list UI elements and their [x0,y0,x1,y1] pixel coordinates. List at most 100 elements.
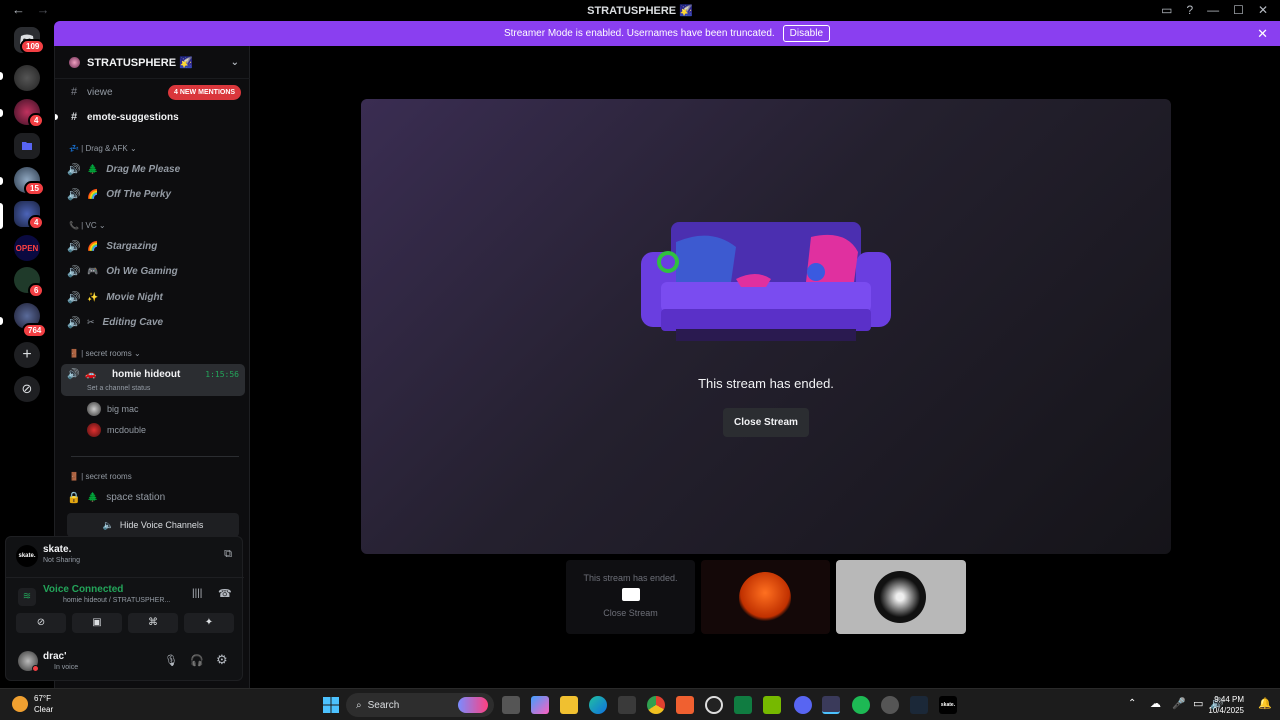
voice-channel[interactable]: 🔊 🎮 Oh We Gaming [61,260,245,282]
hide-voice-channels-button[interactable]: 🔈 Hide Voice Channels [67,513,239,537]
gear-icon[interactable]: ⚙ [216,652,228,668]
category-drag-afk[interactable]: 💤 | Drag & AFK ⌄ [69,144,137,153]
soundboard-button[interactable]: ✦ [184,613,234,633]
discord-taskbar-icon[interactable] [794,696,812,714]
headphones-icon[interactable]: 🎧 [190,654,204,667]
chrome-icon[interactable] [647,696,665,714]
start-button[interactable] [322,696,340,714]
chevron-down-icon[interactable]: ⌄ [231,57,239,68]
category-secret-rooms[interactable]: 🚪 | secret rooms [69,472,132,481]
stream-thumbnail[interactable]: This stream has ended. Close Stream [566,560,695,634]
system-clock[interactable]: 9:44 PM 10/4/2025 [1208,694,1244,716]
voice-user[interactable]: mcdouble [87,421,146,439]
window-title: STRATUSPHERE 🌠 [587,5,693,17]
mic-tray-icon[interactable]: 🎤 [1172,697,1186,710]
voice-channel-locked[interactable]: 🔒 🌲 space station [61,486,245,508]
help-icon[interactable]: ? [1186,3,1193,17]
participant-tile[interactable] [701,560,830,634]
voice-status[interactable]: Voice Connected [43,584,123,595]
voice-user[interactable]: big mac [87,400,139,418]
voice-channel[interactable]: 🔊 ✂ Editing Cave [61,311,245,333]
voice-channel[interactable]: 🔊 🌈 Stargazing [61,235,245,257]
search-placeholder: Search [367,699,400,711]
app-icon[interactable] [881,696,899,714]
category-secret-rooms[interactable]: 🚪 | secret rooms ⌄ [69,349,141,358]
close-icon[interactable]: ✕ [1257,26,1268,42]
steam-icon[interactable] [910,696,928,714]
stream-status: Not Sharing [43,557,80,564]
maximize-icon[interactable]: ☐ [1233,3,1244,17]
divider [71,456,239,457]
gamepad-icon: ⌘ [148,617,158,628]
participant-tile[interactable] [836,560,966,634]
disable-button[interactable]: Disable [782,25,831,42]
noise-icon[interactable]: |||| [192,588,202,599]
obs-icon[interactable] [705,696,723,714]
speaker-icon: 🔊 [67,240,81,253]
task-view-icon[interactable] [502,696,520,714]
channel-label: Editing Cave [102,316,164,328]
server-pill [0,72,3,80]
voice-channel[interactable]: 🔊 🌲 Drag Me Please [61,158,245,180]
user-name[interactable]: drac' [43,651,67,662]
folder-icon[interactable] [14,133,40,159]
edge-icon[interactable] [589,696,607,714]
banner-message: Streamer Mode is enabled. Usernames have… [503,28,775,39]
channel-status[interactable]: Set a channel status [87,385,150,392]
taskbar: 67°F Clear ⌕ Search skate. ⌃ ☁ 🎤 ▭ 🔊 9:4… [0,688,1280,720]
nvidia-icon[interactable] [763,696,781,714]
speaker-icon: 🔊 [67,163,81,176]
display-icon[interactable]: ▭ [1193,697,1203,710]
active-voice-channel[interactable]: 🔊 🚗 homie hideout 1:15:56 Set a channel … [61,364,245,396]
stream-view[interactable]: This stream has ended. Close Stream [361,99,1171,554]
disconnect-icon[interactable]: ☎ [218,587,232,600]
voice-channel[interactable]: 🔊 🌈 Off The Perky [61,183,245,205]
activity-button[interactable]: ⌘ [128,613,178,633]
store-icon[interactable] [618,696,636,714]
file-explorer-icon[interactable] [560,696,578,714]
folder-glyph-icon [22,142,32,150]
close-stream-button[interactable]: Close Stream [723,408,809,437]
main-area: This stream has ended. Close Stream This… [250,46,1280,688]
active-app-icon[interactable] [822,696,840,714]
channel-emote-suggestions[interactable]: # emote-suggestions [61,106,245,128]
server-icon-open[interactable]: OPEN [14,235,40,261]
camera-button[interactable]: ⊘ [16,613,66,633]
skate-app-label: skate. [940,702,956,708]
channel-label: viewe [87,86,113,98]
screen-share-icon[interactable]: ⧉ [224,548,232,561]
chevron-up-icon[interactable]: ⌃ [1128,698,1136,709]
window-controls: ▭ ? — ☐ ✕ [1161,3,1268,17]
screen-share-button[interactable]: ▣ [72,613,122,633]
sparkle-icon: ✨ [87,291,99,302]
search-box[interactable]: ⌕ Search [346,693,494,717]
guild-header[interactable]: STRATUSPHERE 🌠 ⌄ [55,46,251,79]
skate-app-icon[interactable]: skate. [939,696,957,714]
notification-icon[interactable]: 🔔 [1258,697,1272,710]
voice-channel[interactable]: 🔊 ✨ Movie Night [61,286,245,308]
brave-icon[interactable] [676,696,694,714]
cloud-icon[interactable]: ☁ [1150,697,1161,710]
close-window-icon[interactable]: ✕ [1258,3,1268,17]
minimize-icon[interactable]: — [1207,3,1219,17]
open-label: OPEN [15,243,39,253]
microphone-icon[interactable]: 🎙 [164,654,178,667]
weather-widget[interactable]: 67°F Clear [12,693,53,715]
copilot-icon[interactable] [531,696,549,714]
server-icon[interactable] [14,65,40,91]
excel-icon[interactable] [734,696,752,714]
inbox-icon[interactable]: ▭ [1161,3,1172,17]
new-mentions-badge[interactable]: 4 NEW MENTIONS [168,85,242,100]
discover-button[interactable]: ⊘ [14,376,40,402]
windows-icon [323,697,339,713]
server-badge: 15 [24,181,45,196]
category-vc[interactable]: 📞 | VC ⌄ [69,221,106,230]
spotify-icon[interactable] [852,696,870,714]
user-status: In voice [54,664,79,671]
add-server-button[interactable]: + [14,342,40,368]
speaker-icon: 🔊 [67,291,81,304]
avatar [87,402,101,416]
thumb-ended-text: This stream has ended. [583,573,678,583]
hash-icon: # [70,111,78,123]
voice-channel-path[interactable]: homie hideout / STRATUSPHER... [63,597,170,604]
